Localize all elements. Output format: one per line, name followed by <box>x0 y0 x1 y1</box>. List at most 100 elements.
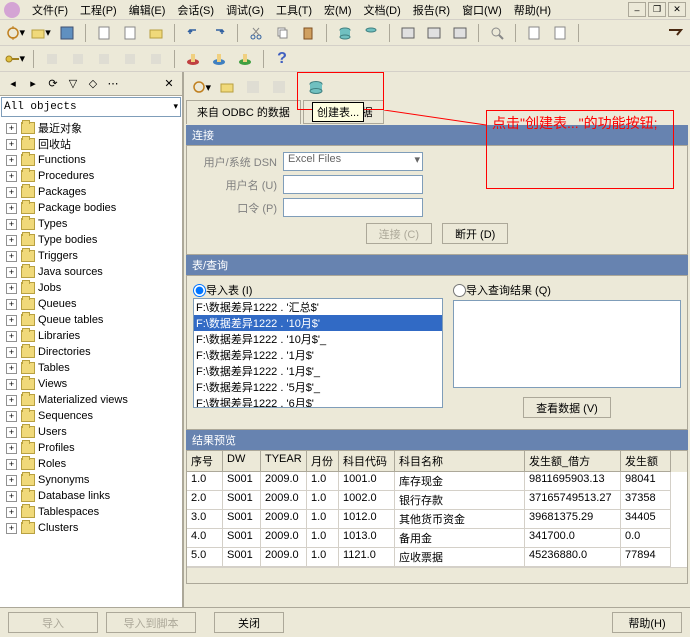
content-open-icon[interactable] <box>216 76 238 98</box>
doc4-icon[interactable] <box>549 22 571 44</box>
dsn-dropdown[interactable]: Excel Files▾ <box>283 152 423 171</box>
column-header[interactable]: 科目代码 <box>339 451 395 472</box>
tree-toggle-icon[interactable]: + <box>6 395 17 406</box>
tree-toggle-icon[interactable]: + <box>6 427 17 438</box>
menu-item[interactable]: 会话(S) <box>171 0 220 20</box>
tree-toggle-icon[interactable]: + <box>6 139 17 150</box>
tree-toggle-icon[interactable]: + <box>6 459 17 470</box>
side-nav-left-icon[interactable]: ◂ <box>4 75 22 93</box>
close-button[interactable]: ✕ <box>668 2 686 17</box>
menu-item[interactable]: 文档(D) <box>358 0 407 20</box>
tree-node[interactable]: +回收站 <box>2 136 180 152</box>
side-nav-right-icon[interactable]: ▸ <box>24 75 42 93</box>
table-row[interactable]: 5.0S0012009.01.01121.0应收票据45236880.07789… <box>187 548 687 567</box>
menu-item[interactable]: 报告(R) <box>407 0 456 20</box>
connect-button[interactable]: 连接 (C) <box>366 223 432 244</box>
help-button[interactable]: 帮助(H) <box>612 612 682 633</box>
side-filter-icon[interactable]: ▽ <box>64 75 82 93</box>
tree-node[interactable]: +Queues <box>2 296 180 312</box>
tree-toggle-icon[interactable]: + <box>6 507 17 518</box>
tab-odbc-from[interactable]: 来自 ODBC 的数据 <box>186 100 301 124</box>
tree-toggle-icon[interactable]: + <box>6 171 17 182</box>
column-header[interactable]: TYEAR <box>261 451 307 472</box>
redo-icon[interactable] <box>208 22 230 44</box>
win3-icon[interactable] <box>449 22 471 44</box>
save-icon[interactable] <box>56 22 78 44</box>
tree-node[interactable]: +Queue tables <box>2 312 180 328</box>
list-item[interactable]: F:\数据差异1222 . '1月$'_ <box>194 363 442 379</box>
menu-item[interactable]: 工程(P) <box>74 0 123 20</box>
tree-node[interactable]: +Libraries <box>2 328 180 344</box>
tree-toggle-icon[interactable]: + <box>6 299 17 310</box>
tree-toggle-icon[interactable]: + <box>6 331 17 342</box>
column-header[interactable]: 序号 <box>187 451 223 472</box>
table-row[interactable]: 2.0S0012009.01.01002.0银行存款37165749513.27… <box>187 491 687 510</box>
tree-node[interactable]: +Directories <box>2 344 180 360</box>
tree-node[interactable]: +Jobs <box>2 280 180 296</box>
tree-toggle-icon[interactable]: + <box>6 379 17 390</box>
tree-node[interactable]: +Sequences <box>2 408 180 424</box>
tree-node[interactable]: +Procedures <box>2 168 180 184</box>
list-item[interactable]: F:\数据差异1222 . '10月$'_ <box>194 331 442 347</box>
key-icon[interactable]: ▾ <box>4 48 26 70</box>
tree-node[interactable]: +Views <box>2 376 180 392</box>
tree-node[interactable]: +Types <box>2 216 180 232</box>
tree-node[interactable]: +Profiles <box>2 440 180 456</box>
content-new-icon[interactable]: ▾ <box>190 76 212 98</box>
column-header[interactable]: 发生额 <box>621 451 671 472</box>
tree-node[interactable]: +Type bodies <box>2 232 180 248</box>
object-tree[interactable]: +最近对象+回收站+Functions+Procedures+Packages+… <box>0 118 182 607</box>
side-new-icon[interactable]: ◇ <box>84 75 102 93</box>
list-item[interactable]: F:\数据差异1222 . '1月$' <box>194 347 442 363</box>
gray3-icon[interactable] <box>93 48 115 70</box>
win2-icon[interactable] <box>423 22 445 44</box>
table-row[interactable]: 3.0S0012009.01.01012.0其他货币资金39681375.293… <box>187 510 687 529</box>
menu-item[interactable]: 宏(M) <box>318 0 358 20</box>
restore-button[interactable]: ❐ <box>648 2 666 17</box>
table-row[interactable]: 1.0S0012009.01.01001.0库存现金9811695903.139… <box>187 472 687 491</box>
tree-node[interactable]: +Synonyms <box>2 472 180 488</box>
gray5-icon[interactable] <box>145 48 167 70</box>
view-data-button[interactable]: 查看数据 (V) <box>523 397 611 418</box>
tree-node[interactable]: +Database links <box>2 488 180 504</box>
copy-icon[interactable] <box>271 22 293 44</box>
help-icon[interactable]: ? <box>271 48 293 70</box>
side-close-icon[interactable]: ✕ <box>160 75 178 93</box>
import-query-radio[interactable] <box>453 284 466 297</box>
gray4-icon[interactable] <box>119 48 141 70</box>
doc3-icon[interactable] <box>523 22 545 44</box>
arrow-icon[interactable] <box>664 22 686 44</box>
tree-toggle-icon[interactable]: + <box>6 443 17 454</box>
menu-item[interactable]: 窗口(W) <box>456 0 508 20</box>
import-script-button[interactable]: 导入到脚本 <box>106 612 196 633</box>
object-filter-dropdown[interactable]: All objects <box>1 97 181 117</box>
exec-blue-icon[interactable] <box>208 48 230 70</box>
paste-icon[interactable] <box>297 22 319 44</box>
cut-icon[interactable] <box>245 22 267 44</box>
list-item[interactable]: F:\数据差异1222 . '10月$' <box>194 315 442 331</box>
tree-toggle-icon[interactable]: + <box>6 523 17 534</box>
new-icon[interactable]: ▾ <box>4 22 26 44</box>
import-button[interactable]: 导入 <box>8 612 98 633</box>
tree-toggle-icon[interactable]: + <box>6 491 17 502</box>
table-row[interactable]: 4.0S0012009.01.01013.0备用金341700.00.0 <box>187 529 687 548</box>
find-icon[interactable] <box>486 22 508 44</box>
menu-item[interactable]: 文件(F) <box>26 0 74 20</box>
gray1-icon[interactable] <box>41 48 63 70</box>
exec-green-icon[interactable] <box>234 48 256 70</box>
tree-toggle-icon[interactable]: + <box>6 315 17 326</box>
tree-toggle-icon[interactable]: + <box>6 411 17 422</box>
tree-node[interactable]: +Java sources <box>2 264 180 280</box>
doc1-icon[interactable] <box>93 22 115 44</box>
menu-item[interactable]: 帮助(H) <box>508 0 557 20</box>
db1-icon[interactable] <box>334 22 356 44</box>
tree-node[interactable]: +Triggers <box>2 248 180 264</box>
tree-node[interactable]: +Materialized views <box>2 392 180 408</box>
content-save2-icon[interactable] <box>268 76 290 98</box>
column-header[interactable]: 月份 <box>307 451 339 472</box>
tree-toggle-icon[interactable]: + <box>6 267 17 278</box>
menu-item[interactable]: 编辑(E) <box>123 0 172 20</box>
password-input[interactable] <box>283 198 423 217</box>
table-listbox[interactable]: F:\数据差异1222 . '汇总$'F:\数据差异1222 . '10月$'F… <box>193 298 443 408</box>
list-item[interactable]: F:\数据差异1222 . '6月$' <box>194 395 442 408</box>
